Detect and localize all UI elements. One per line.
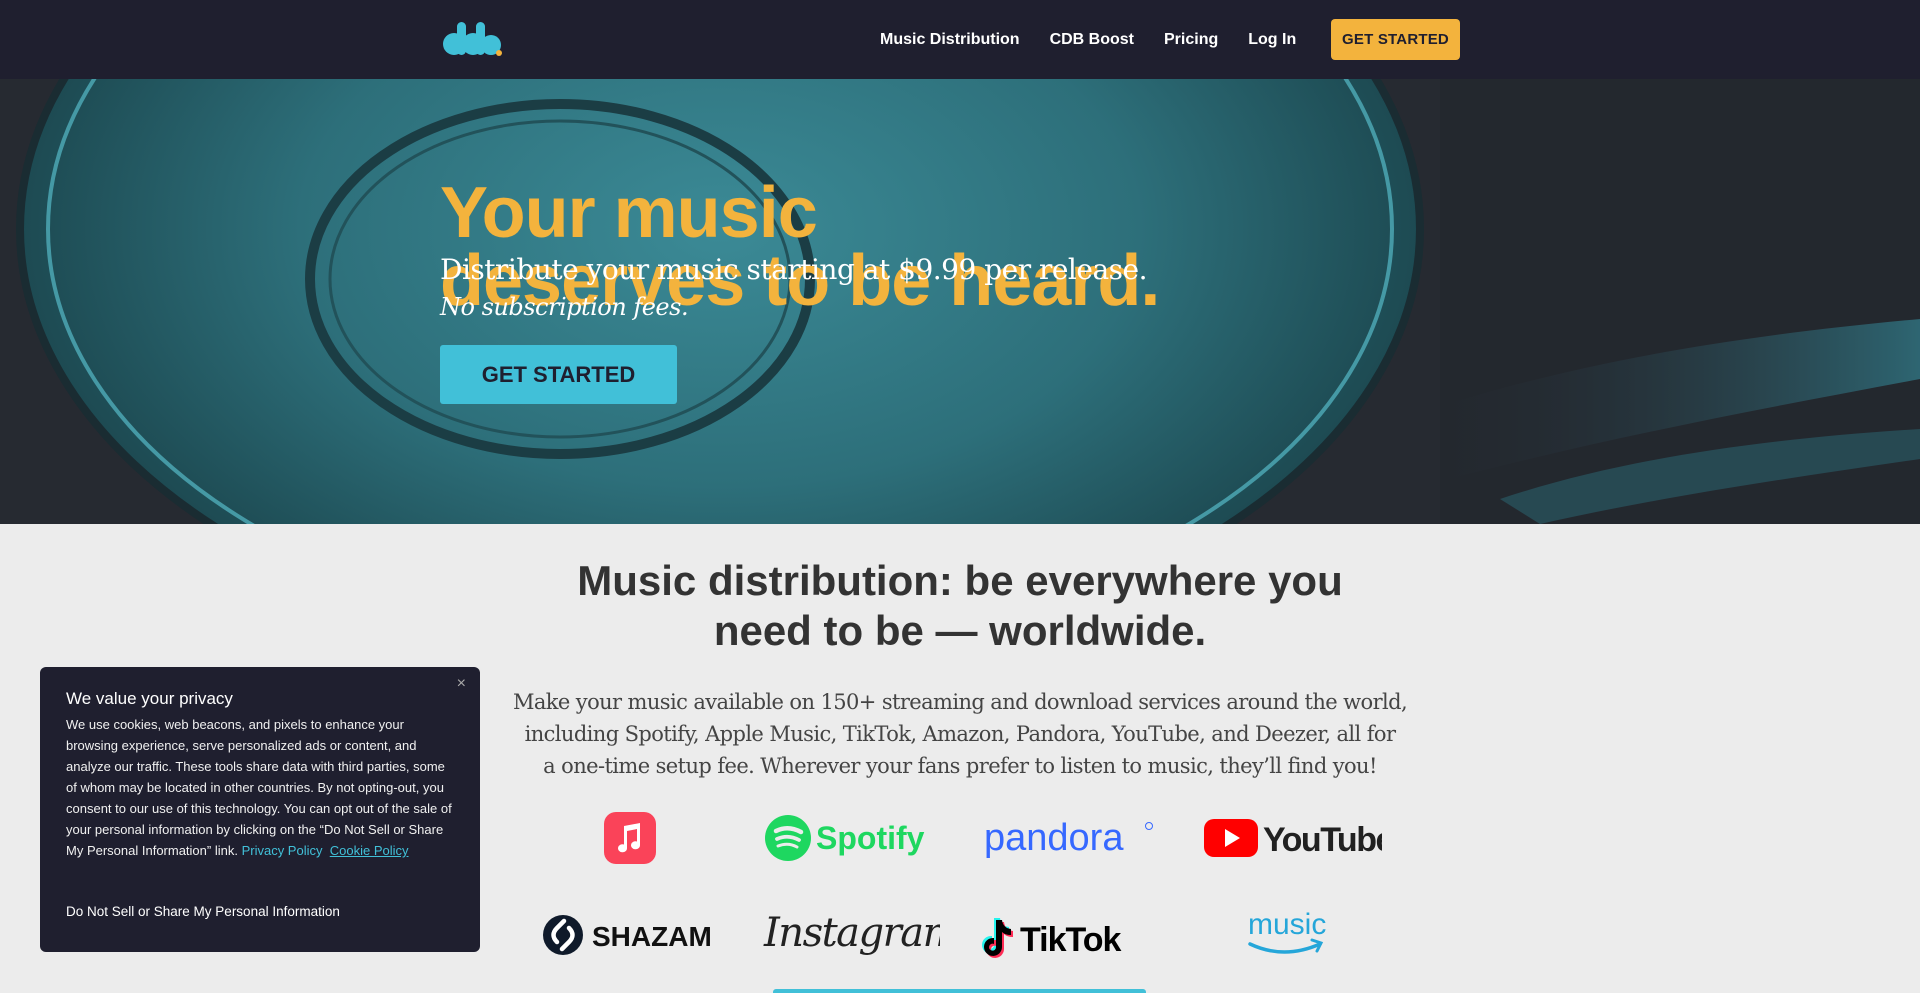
youtube-wordmark: YouTube xyxy=(1263,821,1382,859)
nav-pricing[interactable]: Pricing xyxy=(1164,31,1218,49)
hero-section: Your music deserves to be heard. xyxy=(0,79,1920,524)
distribution-title-line1: Music distribution: be everywhere you xyxy=(577,557,1343,604)
amazon-music-wordmark: music xyxy=(1248,908,1326,941)
spotify-icon: Spotify xyxy=(765,815,925,861)
distribution-text-line1: Make your music available on 150+ stream… xyxy=(512,690,1408,714)
distribution-cta-button-edge[interactable] xyxy=(773,989,1146,993)
apple-music-logo-icon xyxy=(604,812,656,864)
nav-cdb-boost[interactable]: CDB Boost xyxy=(1050,31,1134,49)
hero-subtitle-italic: No subscription fees. xyxy=(440,293,689,321)
hero-get-started-button[interactable]: GET STARTED xyxy=(440,345,677,404)
distribution-description: Make your music available on 150+ stream… xyxy=(505,686,1415,782)
nav-music-distribution[interactable]: Music Distribution xyxy=(880,31,1020,49)
main-nav: Music Distribution CDB Boost Pricing Log… xyxy=(880,0,1326,79)
instagram-logo: Instagram xyxy=(760,902,940,968)
cdbaby-logo-icon[interactable] xyxy=(440,18,502,58)
instagram-wordmark: Instagram xyxy=(763,910,940,956)
nav-get-started-button[interactable]: GET STARTED xyxy=(1331,19,1460,60)
distribution-text-line2: including Spotify, Apple Music, TikTok, … xyxy=(524,722,1396,746)
youtube-logo: YouTube xyxy=(1202,812,1382,864)
amazon-smile-icon xyxy=(1248,942,1322,954)
cookie-policy-link[interactable]: Cookie Policy xyxy=(330,843,409,858)
hero-subtitle: Distribute your music starting at $9.99 … xyxy=(440,253,1148,286)
tiktok-logo: TikTok xyxy=(980,910,1160,966)
privacy-policy-link[interactable]: Privacy Policy xyxy=(242,843,323,858)
do-not-sell-link[interactable]: Do Not Sell or Share My Personal Informa… xyxy=(66,904,340,919)
top-navbar: Music Distribution CDB Boost Pricing Log… xyxy=(0,0,1920,79)
distribution-title: Music distribution: be everywhere you ne… xyxy=(540,556,1380,656)
cookie-consent-banner: × We value your privacy We use cookies, … xyxy=(40,667,480,952)
distribution-title-line2: need to be — worldwide. xyxy=(713,607,1207,654)
distribution-text-line3: a one-time setup fee. Wherever your fans… xyxy=(543,754,1377,778)
shazam-logo: SHAZAM xyxy=(540,910,720,960)
shazam-wordmark: SHAZAM xyxy=(592,921,712,952)
cookie-body-text: We use cookies, web beacons, and pixels … xyxy=(66,717,452,858)
cookie-title: We value your privacy xyxy=(66,689,233,708)
cookie-body: We use cookies, web beacons, and pixels … xyxy=(66,714,454,861)
spotify-wordmark: Spotify xyxy=(816,820,925,856)
pandora-wordmark: pandora xyxy=(984,817,1124,859)
close-icon[interactable]: × xyxy=(457,675,466,693)
tiktok-wordmark: TikTok xyxy=(1020,921,1122,959)
amazon-music-logo: music xyxy=(1240,906,1340,966)
nav-log-in[interactable]: Log In xyxy=(1248,31,1296,49)
spotify-logo: Spotify xyxy=(764,810,934,866)
pandora-logo: pandora xyxy=(980,812,1160,864)
